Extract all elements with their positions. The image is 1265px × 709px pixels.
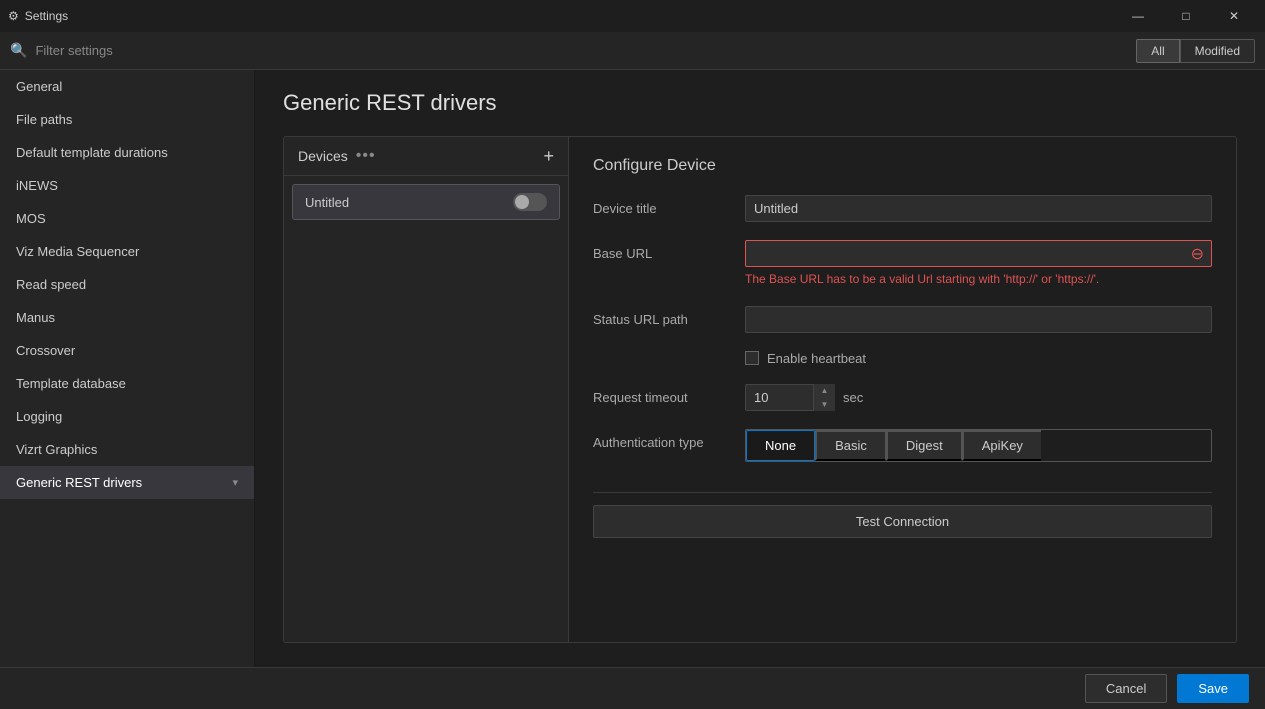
filter-all-button[interactable]: All: [1136, 39, 1179, 63]
auth-row: Authentication type None Basic Digest Ap…: [593, 429, 1212, 462]
device-list: Untitled: [284, 176, 568, 228]
status-url-label: Status URL path: [593, 306, 733, 327]
searchbar: 🔍 All Modified: [0, 32, 1265, 70]
titlebar: ⚙ Settings — □ ✕: [0, 0, 1265, 32]
add-device-button[interactable]: +: [543, 147, 554, 165]
timeout-label: Request timeout: [593, 384, 733, 405]
sidebar-item-label: File paths: [16, 112, 72, 127]
heartbeat-checkbox[interactable]: [745, 351, 759, 365]
heartbeat-row: Enable heartbeat: [593, 351, 1212, 366]
sidebar-item-label: Read speed: [16, 277, 86, 292]
base-url-input[interactable]: [745, 240, 1212, 267]
devices-title: Devices: [298, 148, 348, 164]
maximize-button[interactable]: □: [1163, 0, 1209, 32]
base-url-error: The Base URL has to be a valid Url start…: [745, 271, 1212, 288]
titlebar-left: ⚙ Settings: [8, 9, 68, 23]
base-url-label: Base URL: [593, 240, 733, 261]
timeout-row: Request timeout ▲ ▼ sec: [593, 384, 1212, 411]
config-panel: Configure Device Device title Base URL ⊖: [569, 137, 1236, 642]
auth-basic-button[interactable]: Basic: [815, 430, 886, 461]
sidebar-item-default-template[interactable]: Default template durations: [0, 136, 254, 169]
devices-panel: Devices ••• + Untitled: [284, 137, 569, 642]
auth-field: None Basic Digest ApiKey: [745, 429, 1212, 462]
status-url-field: [745, 306, 1212, 333]
main-layout: General File paths Default template dura…: [0, 70, 1265, 667]
auth-buttons: None Basic Digest ApiKey: [745, 429, 1212, 462]
sidebar-item-crossover[interactable]: Crossover: [0, 334, 254, 367]
sidebar-item-viz-media[interactable]: Viz Media Sequencer: [0, 235, 254, 268]
device-title-input[interactable]: [745, 195, 1212, 222]
error-icon: ⊖: [1191, 244, 1204, 264]
content: Generic REST drivers Devices ••• + Untit…: [255, 70, 1265, 667]
sidebar-item-manus[interactable]: Manus: [0, 301, 254, 334]
heartbeat-label: Enable heartbeat: [767, 351, 866, 366]
filter-buttons: All Modified: [1136, 39, 1255, 63]
timeout-unit: sec: [843, 390, 863, 405]
sidebar-item-label: General: [16, 79, 62, 94]
spinner-down-button[interactable]: ▼: [814, 397, 835, 411]
sidebar-item-label: Viz Media Sequencer: [16, 244, 139, 259]
devices-header: Devices ••• +: [284, 137, 568, 176]
sidebar-item-label: MOS: [16, 211, 46, 226]
device-title-field: [745, 195, 1212, 222]
sidebar: General File paths Default template dura…: [0, 70, 255, 667]
auth-digest-button[interactable]: Digest: [886, 430, 962, 461]
titlebar-title: Settings: [25, 9, 68, 23]
sidebar-item-inews[interactable]: iNEWS: [0, 169, 254, 202]
cancel-button[interactable]: Cancel: [1085, 674, 1167, 703]
search-input[interactable]: [35, 43, 1128, 58]
sidebar-item-label: Generic REST drivers: [16, 475, 142, 490]
filter-modified-button[interactable]: Modified: [1180, 39, 1255, 63]
status-url-row: Status URL path: [593, 306, 1212, 333]
titlebar-controls: — □ ✕: [1115, 0, 1257, 32]
sidebar-item-label: Manus: [16, 310, 55, 325]
sidebar-item-label: iNEWS: [16, 178, 58, 193]
settings-icon: ⚙: [8, 9, 19, 23]
test-connection-row: Test Connection: [593, 492, 1212, 538]
status-url-input[interactable]: [745, 306, 1212, 333]
minimize-button[interactable]: —: [1115, 0, 1161, 32]
sidebar-item-logging[interactable]: Logging: [0, 400, 254, 433]
sidebar-item-general[interactable]: General: [0, 70, 254, 103]
sidebar-item-label: Vizrt Graphics: [16, 442, 97, 457]
device-toggle[interactable]: [513, 193, 547, 211]
test-connection-button[interactable]: Test Connection: [593, 505, 1212, 538]
base-url-field: ⊖ The Base URL has to be a valid Url sta…: [745, 240, 1212, 288]
sidebar-item-template-db[interactable]: Template database: [0, 367, 254, 400]
base-url-input-wrap: ⊖: [745, 240, 1212, 267]
page-title: Generic REST drivers: [283, 90, 1237, 116]
sidebar-item-read-speed[interactable]: Read speed: [0, 268, 254, 301]
config-title: Configure Device: [593, 157, 1212, 175]
device-title-label: Device title: [593, 195, 733, 216]
sidebar-item-mos[interactable]: MOS: [0, 202, 254, 235]
auth-apikey-button[interactable]: ApiKey: [962, 430, 1041, 461]
sidebar-item-label: Logging: [16, 409, 62, 424]
device-title-row: Device title: [593, 195, 1212, 222]
panels: Devices ••• + Untitled Configure Device …: [283, 136, 1237, 643]
chevron-down-icon: ▾: [232, 476, 238, 489]
base-url-row: Base URL ⊖ The Base URL has to be a vali…: [593, 240, 1212, 288]
sidebar-item-generic-rest[interactable]: Generic REST drivers ▾: [0, 466, 254, 499]
sidebar-item-filepaths[interactable]: File paths: [0, 103, 254, 136]
timeout-field: ▲ ▼ sec: [745, 384, 1212, 411]
sidebar-item-label: Default template durations: [16, 145, 168, 160]
device-item[interactable]: Untitled: [292, 184, 560, 220]
auth-label: Authentication type: [593, 429, 733, 450]
search-icon: 🔍: [10, 42, 27, 59]
close-button[interactable]: ✕: [1211, 0, 1257, 32]
save-button[interactable]: Save: [1177, 674, 1249, 703]
sidebar-item-label: Crossover: [16, 343, 75, 358]
devices-menu-button[interactable]: •••: [356, 147, 376, 165]
timeout-input-wrap: ▲ ▼: [745, 384, 835, 411]
footer: Cancel Save: [0, 667, 1265, 709]
timeout-spinners: ▲ ▼: [813, 384, 835, 411]
sidebar-item-label: Template database: [16, 376, 126, 391]
auth-none-button[interactable]: None: [746, 430, 815, 461]
device-name: Untitled: [305, 195, 349, 210]
sidebar-item-vizrt[interactable]: Vizrt Graphics: [0, 433, 254, 466]
spinner-up-button[interactable]: ▲: [814, 384, 835, 398]
timeout-input-group: ▲ ▼ sec: [745, 384, 1212, 411]
